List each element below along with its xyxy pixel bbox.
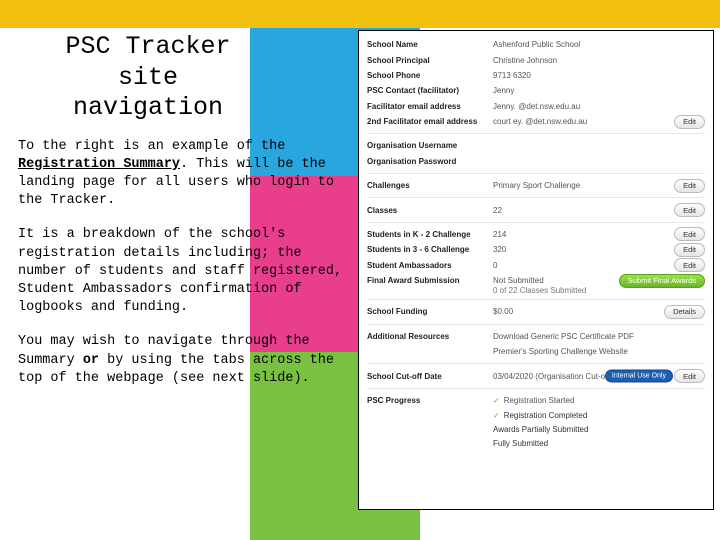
row-k2: Students in K - 2 Challenge214Edit — [359, 227, 713, 242]
row-principal: School PrincipalChristine Johnson — [359, 52, 713, 67]
row-org-user: Organisation Username — [359, 138, 713, 153]
registration-summary-label: Registration Summary — [18, 157, 180, 172]
row-challenges: ChallengesPrimary Sport ChallengeEdit — [359, 178, 713, 193]
registration-summary-panel: School NameAshenford Public School Schoo… — [358, 30, 714, 510]
progress-item: Awards Partially Submitted — [359, 422, 713, 436]
edit-button[interactable]: Edit — [674, 227, 705, 241]
internal-use-badge: Internal Use Only — [605, 370, 673, 383]
edit-button[interactable]: Edit — [674, 369, 705, 383]
check-icon: ✓ — [493, 396, 500, 405]
page-title: PSC Tracker site navigation — [18, 32, 278, 124]
row-resources: Additional ResourcesDownload Generic PSC… — [359, 329, 713, 344]
top-decor-bar — [0, 0, 720, 28]
row-cutoff: School Cut-off Date03/04/2020 (Organisat… — [359, 368, 713, 383]
row-36: Students in 3 - 6 Challenge320Edit — [359, 242, 713, 257]
paragraph-1: To the right is an example of the Regist… — [18, 138, 352, 211]
row-funding: School Funding$0.00Details — [359, 304, 713, 319]
edit-button[interactable]: Edit — [674, 243, 705, 257]
edit-button[interactable]: Edit — [674, 258, 705, 272]
row-fac-email: Facilitator email addressJenny. @det.nsw… — [359, 99, 713, 114]
row-fac-email2: 2nd Facilitator email addresscourt ey. @… — [359, 114, 713, 129]
row-psc-contact: PSC Contact (facilitator)Jenny — [359, 83, 713, 98]
instruction-column: PSC Tracker site navigation To the right… — [18, 32, 352, 404]
resource-link-1[interactable]: Download Generic PSC Certificate PDF — [493, 332, 705, 341]
row-phone: School Phone9713 6320 — [359, 68, 713, 83]
paragraph-2: It is a breakdown of the school's regist… — [18, 226, 352, 317]
paragraph-3: You may wish to navigate through the Sum… — [18, 333, 352, 388]
submit-final-awards-button[interactable]: Submit Final Awards — [619, 274, 705, 288]
check-icon: ✓ — [493, 411, 500, 420]
row-org-pass: Organisation Password — [359, 154, 713, 169]
row-classes: Classes22Edit — [359, 202, 713, 217]
row-school-name: School NameAshenford Public School — [359, 37, 713, 52]
details-button[interactable]: Details — [664, 305, 705, 319]
resource-link-2[interactable]: Premier's Sporting Challenge Website — [493, 347, 705, 356]
edit-button[interactable]: Edit — [674, 179, 705, 193]
edit-button[interactable]: Edit — [674, 203, 705, 217]
row-progress: PSC Progress✓Registration Started — [359, 393, 713, 408]
row-final-award: Final Award SubmissionNot SubmittedSubmi… — [359, 273, 713, 288]
progress-item: Fully Submitted — [359, 436, 713, 450]
row-resources-2: Premier's Sporting Challenge Website — [359, 344, 713, 359]
row-ambassadors: Student Ambassadors0Edit — [359, 258, 713, 273]
progress-item: ✓Registration Completed — [359, 408, 713, 422]
edit-button[interactable]: Edit — [674, 115, 705, 129]
